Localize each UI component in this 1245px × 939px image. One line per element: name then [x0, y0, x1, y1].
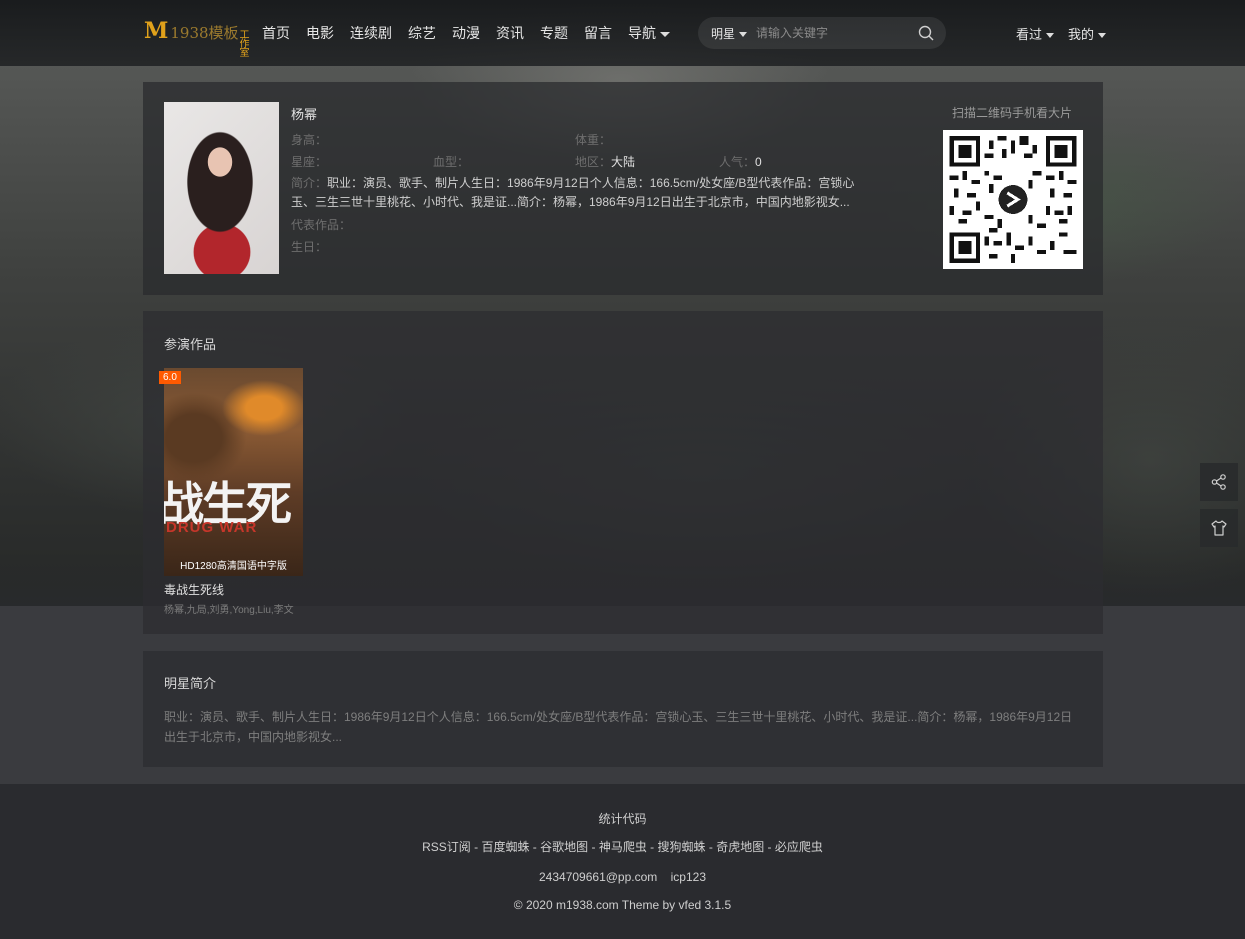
nav-more-label: 导航	[628, 25, 656, 41]
poster-en-text: DRUG WAR	[166, 519, 258, 536]
works-panel: 参演作品 6.0 战生死 DRUG WAR HD1280高清国语中字版 毒战生死…	[143, 311, 1103, 634]
poster-quality-note: HD1280高清国语中字版	[180, 561, 287, 572]
star-description: 简介：职业：演员、歌手、制片人生日：1986年9月12日个人信息：166.5cm…	[291, 174, 871, 212]
search-input[interactable]	[756, 26, 907, 40]
nav-more-dropdown[interactable]: 导航	[628, 23, 670, 43]
footer-stats: 统计代码	[598, 812, 647, 826]
score-badge: 6.0	[159, 371, 181, 384]
history-label: 看过	[1016, 26, 1043, 42]
footer-link-google[interactable]: 谷歌地图	[540, 840, 588, 854]
popularity-value: 0	[755, 155, 762, 169]
nav-news[interactable]: 资讯	[496, 23, 524, 43]
desc-label: 简介：	[291, 176, 328, 190]
movie-poster[interactable]: 战生死 DRUG WAR HD1280高清国语中字版	[164, 368, 303, 576]
info-row-works: 代表作品：	[291, 214, 871, 236]
footer-email: 2434709661@pp.com	[539, 870, 658, 884]
nav-movie[interactable]: 电影	[306, 23, 334, 43]
weight-label: 体重：	[575, 133, 612, 147]
logo-stack-bot: 室	[239, 48, 250, 59]
star-info: 杨幂 身高： 体重： 星座： 血型： 地区：大陆 人气：0 简介：职业：演员、歌…	[291, 104, 871, 258]
site-logo[interactable]: M 1938模板 工 作 室	[144, 18, 250, 59]
logo-stack: 工 作 室	[239, 31, 250, 59]
star-profile-panel: 杨幂 身高： 体重： 星座： 血型： 地区：大陆 人气：0 简介：职业：演员、歌…	[143, 82, 1103, 295]
info-row-body: 身高： 体重：	[291, 129, 871, 151]
star-name: 杨幂	[291, 107, 318, 122]
footer-icp: icp123	[670, 870, 706, 884]
chevron-down-icon	[1046, 32, 1055, 38]
search-type-select[interactable]: 明星	[711, 25, 748, 42]
nav-series[interactable]: 连续剧	[350, 23, 392, 43]
share-button[interactable]	[1200, 463, 1238, 501]
popularity-field: 人气：0	[719, 151, 762, 173]
footer-link-sogou[interactable]: 搜狗蜘蛛	[658, 840, 706, 854]
footer: 统计代码 RSS订阅 - 百度蜘蛛 - 谷歌地图 - 神马爬虫 - 搜狗蜘蛛 -…	[0, 784, 1245, 939]
nav-guestbook[interactable]: 留言	[584, 23, 612, 43]
theme-icon	[1211, 520, 1227, 536]
mine-dropdown[interactable]: 我的	[1068, 24, 1107, 43]
qr-title: 扫描二维码手机看大片	[951, 106, 1072, 120]
works-title: 参演作品	[164, 337, 217, 352]
footer-link-shenma[interactable]: 神马爬虫	[599, 840, 647, 854]
chevron-down-icon	[739, 31, 748, 37]
movie-title-link[interactable]: 毒战生死线	[164, 581, 224, 598]
height-label: 身高：	[291, 133, 328, 147]
user-menu: 看过 我的	[1016, 0, 1120, 66]
search-icon[interactable]	[918, 25, 934, 41]
nav-anime[interactable]: 动漫	[452, 23, 480, 43]
footer-links: RSS订阅 - 百度蜘蛛 - 谷歌地图 - 神马爬虫 - 搜狗蜘蛛 - 奇虎地图…	[422, 840, 823, 854]
history-dropdown[interactable]: 看过	[1016, 24, 1055, 43]
info-row-attrs: 星座： 血型： 地区：大陆 人气：0	[291, 151, 871, 173]
footer-link-bing[interactable]: 必应爬虫	[775, 840, 823, 854]
nav-variety[interactable]: 综艺	[408, 23, 436, 43]
search-bar: 明星	[698, 17, 946, 49]
footer-link-qihoo[interactable]: 奇虎地图	[716, 840, 764, 854]
blood-label: 血型：	[433, 155, 470, 169]
intro-panel: 明星简介 职业：演员、歌手、制片人生日：1986年9月12日个人信息：166.5…	[143, 651, 1103, 767]
area-field: 地区：大陆	[575, 151, 635, 173]
area-value: 大陆	[611, 155, 636, 169]
chevron-down-icon	[660, 31, 670, 37]
logo-mark: M	[144, 18, 169, 44]
nav-topics[interactable]: 专题	[540, 23, 568, 43]
star-photo	[164, 102, 279, 274]
intro-title: 明星简介	[164, 676, 217, 691]
chevron-down-icon	[1098, 32, 1107, 38]
share-icon	[1211, 474, 1226, 490]
constellation-label: 星座：	[291, 155, 328, 169]
popularity-label: 人气：	[719, 155, 756, 169]
search-type-label: 明星	[711, 26, 736, 41]
intro-text: 职业：演员、歌手、制片人生日：1986年9月12日个人信息：166.5cm/处女…	[164, 710, 1073, 744]
movie-cast: 杨幂,九局,刘勇,Yong,Liu,李文	[164, 605, 294, 616]
footer-contact: 2434709661@pp.com icp123	[0, 870, 1245, 884]
works-label: 代表作品：	[291, 218, 352, 232]
mine-label: 我的	[1068, 26, 1095, 42]
info-row-birthday: 生日：	[291, 236, 871, 258]
nav-home[interactable]: 首页	[262, 23, 290, 43]
birthday-label: 生日：	[291, 240, 328, 254]
footer-copyright: © 2020 m1938.com Theme by vfed 3.1.5	[513, 898, 732, 912]
qr-code	[943, 130, 1083, 269]
footer-link-rss[interactable]: RSS订阅	[422, 840, 471, 854]
theme-button[interactable]	[1200, 509, 1238, 547]
footer-link-baidu[interactable]: 百度蜘蛛	[481, 840, 529, 854]
area-label: 地区：	[575, 155, 612, 169]
main-nav: 首页 电影 连续剧 综艺 动漫 资讯 专题 留言 导航	[262, 0, 686, 66]
logo-text: 1938模板	[170, 24, 239, 42]
qr-code-graphic	[949, 136, 1077, 263]
top-header: M 1938模板 工 作 室 首页 电影 连续剧 综艺 动漫 资讯 专题 留言 …	[0, 0, 1245, 66]
desc-value: 职业：演员、歌手、制片人生日：1986年9月12日个人信息：166.5cm/处女…	[291, 176, 855, 209]
